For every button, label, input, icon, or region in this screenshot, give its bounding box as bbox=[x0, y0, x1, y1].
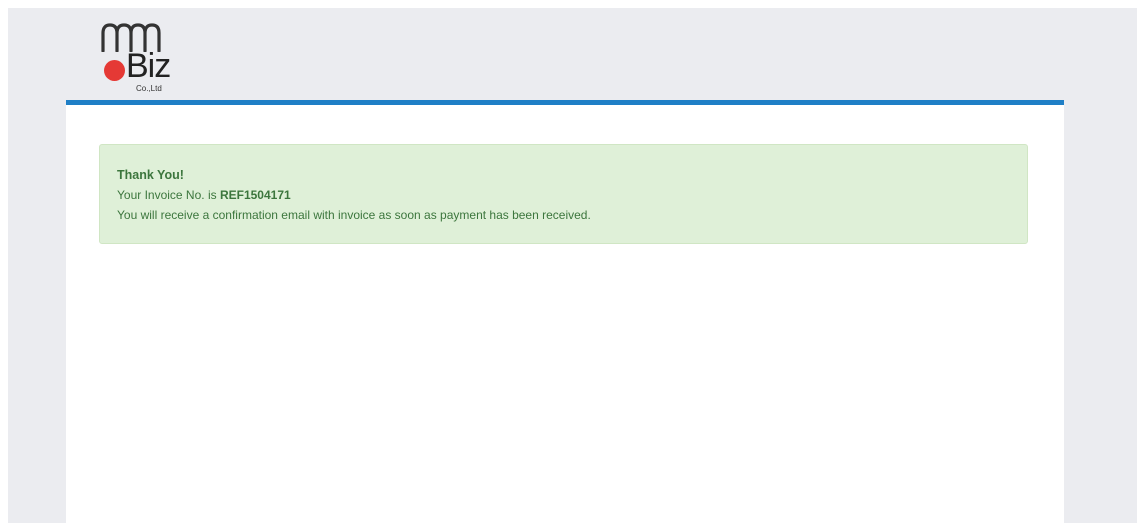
invoice-line: Your Invoice No. is REF1504171 bbox=[117, 185, 1010, 205]
logo-biz-text: Biz bbox=[126, 47, 171, 85]
invoice-number: REF1504171 bbox=[219, 188, 291, 202]
header: mm Biz Co.,Ltd bbox=[8, 8, 1137, 103]
logo-company-suffix: Co.,Ltd bbox=[136, 84, 162, 93]
confirmation-message: You will receive a confirmation email wi… bbox=[117, 208, 591, 222]
company-logo: mm Biz Co.,Ltd bbox=[98, 22, 178, 98]
alert-title: Thank You! bbox=[117, 168, 184, 182]
logo-red-dot bbox=[104, 60, 125, 81]
invoice-prefix: Your Invoice No. is bbox=[117, 188, 220, 202]
content-card: Thank You! Your Invoice No. is REF150417… bbox=[66, 100, 1064, 523]
success-alert: Thank You! Your Invoice No. is REF150417… bbox=[99, 144, 1028, 244]
page-background: mm Biz Co.,Ltd Thank You! Your Invoice N… bbox=[8, 8, 1137, 523]
